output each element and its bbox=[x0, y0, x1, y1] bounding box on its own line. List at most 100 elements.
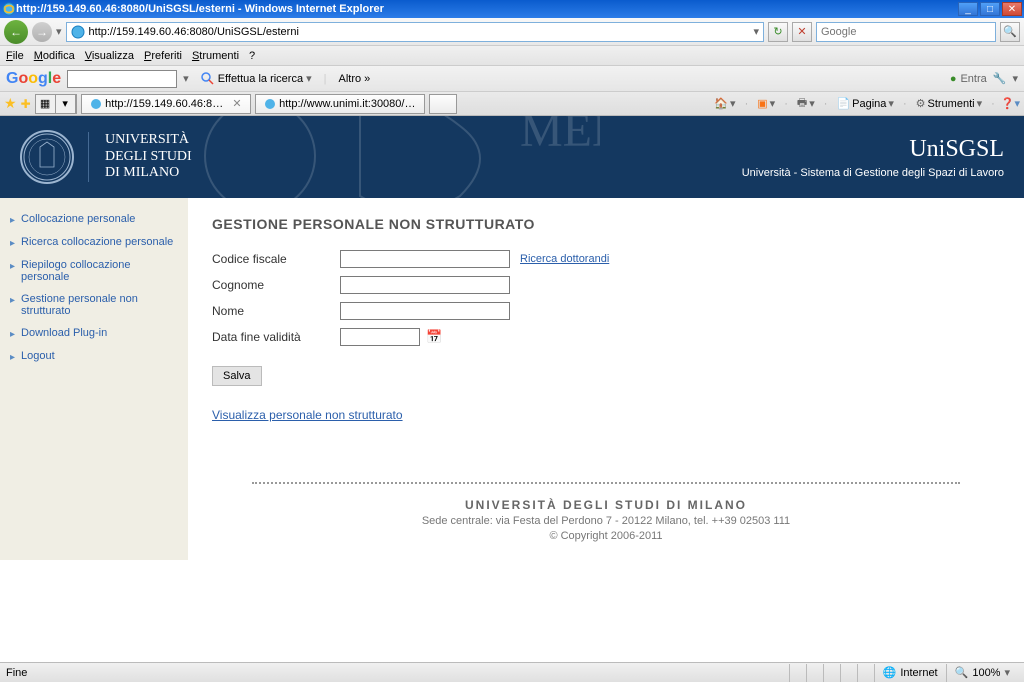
home-button[interactable]: 🏠▾ bbox=[711, 97, 738, 110]
window-title: http://159.149.60.46:8080/UniSGSL/estern… bbox=[16, 3, 958, 15]
new-tab-button[interactable] bbox=[429, 94, 457, 114]
sidebar-item-riepilogo[interactable]: ▸ Riepilogo collocazione personale bbox=[0, 254, 188, 288]
input-codice-fiscale[interactable] bbox=[340, 250, 510, 268]
link-ricerca-dottorandi[interactable]: Ricerca dottorandi bbox=[520, 253, 609, 265]
navigation-bar: ← → ▾ ▾ ↻ ✕ 🔍 bbox=[0, 18, 1024, 46]
svg-text:MED: MED bbox=[520, 116, 600, 157]
menu-strumenti[interactable]: Strumenti bbox=[192, 50, 239, 62]
wrench-icon[interactable]: 🔧 bbox=[993, 72, 1007, 85]
sidebar: ▸Collocazione personale ▸Ricerca colloca… bbox=[0, 198, 188, 560]
add-favorite-button[interactable]: ✚ bbox=[21, 97, 31, 111]
arrow-icon: ▸ bbox=[10, 329, 15, 340]
search-icon bbox=[201, 72, 215, 86]
print-button[interactable]: 🖶▾ bbox=[794, 94, 818, 113]
sidebar-item-gestione[interactable]: ▸ Gestione personale non strutturato bbox=[0, 288, 188, 322]
sidebar-item-ricerca[interactable]: ▸Ricerca collocazione personale bbox=[0, 231, 188, 254]
status-zoom-label: 100% bbox=[972, 667, 1000, 679]
sidebar-label: Gestione personale non strutturato bbox=[21, 293, 178, 317]
sidebar-label: Download Plug-in bbox=[21, 327, 107, 339]
quick-tabs[interactable]: ▦ ▾ bbox=[35, 94, 77, 114]
arrow-icon: ▸ bbox=[10, 261, 15, 272]
nav-dropdown-icon[interactable]: ▾ bbox=[56, 25, 62, 38]
google-altro-label: Altro » bbox=[338, 73, 370, 85]
tab1-close-icon[interactable]: ✕ bbox=[232, 97, 241, 110]
back-button[interactable]: ← bbox=[4, 20, 28, 44]
maximize-button[interactable]: □ bbox=[980, 2, 1000, 16]
url-dropdown-icon[interactable]: ▾ bbox=[753, 25, 759, 38]
close-button[interactable]: ✕ bbox=[1002, 2, 1022, 16]
status-zone: 🌐Internet bbox=[874, 664, 946, 682]
url-input[interactable] bbox=[89, 26, 754, 38]
calendar-icon[interactable]: 📅 bbox=[426, 329, 442, 345]
address-bar[interactable]: ▾ bbox=[66, 22, 764, 42]
input-nome[interactable] bbox=[340, 302, 510, 320]
status-pane bbox=[840, 664, 857, 682]
page-heading: GESTIONE PERSONALE NON STRUTTURATO bbox=[212, 216, 1000, 232]
page-footer: UNIVERSITÀ DEGLI STUDI DI MILANO Sede ce… bbox=[212, 482, 1000, 542]
google-signin-button[interactable]: ● Entra bbox=[950, 73, 987, 85]
minimize-button[interactable]: _ bbox=[958, 2, 978, 16]
app-subtitle: Università - Sistema di Gestione degli S… bbox=[742, 167, 1004, 179]
footer-line1: UNIVERSITÀ DEGLI STUDI DI MILANO bbox=[252, 498, 960, 512]
arrow-icon: ▸ bbox=[10, 238, 15, 249]
google-search-button[interactable]: Effettua la ricerca ▾ bbox=[195, 70, 318, 88]
menu-file[interactable]: File bbox=[6, 50, 24, 62]
search-go-button[interactable]: 🔍 bbox=[1000, 22, 1020, 42]
favorites-button[interactable]: ★ bbox=[4, 95, 17, 112]
menu-help[interactable]: ? bbox=[249, 50, 255, 62]
stop-button[interactable]: ✕ bbox=[792, 22, 812, 42]
menu-preferiti[interactable]: Preferiti bbox=[144, 50, 182, 62]
link-visualizza[interactable]: Visualizza personale non strutturato bbox=[212, 408, 403, 422]
tools-menu-button[interactable]: ⚙Strumenti▾ bbox=[913, 97, 985, 110]
menu-visualizza[interactable]: Visualizza bbox=[85, 50, 134, 62]
save-button[interactable]: Salva bbox=[212, 366, 262, 386]
sidebar-item-logout[interactable]: ▸Logout bbox=[0, 345, 188, 368]
tab-1[interactable]: http://159.149.60.46:808... ✕ bbox=[81, 94, 251, 114]
feeds-button[interactable]: ▣▾ bbox=[754, 97, 778, 110]
help-dropdown-icon[interactable]: ❓▾ bbox=[1001, 97, 1020, 110]
google-search-label: Effettua la ricerca bbox=[218, 73, 303, 85]
sidebar-label: Collocazione personale bbox=[21, 213, 135, 225]
banner-decoration: MED bbox=[180, 116, 600, 198]
label-codice-fiscale: Codice fiscale bbox=[212, 252, 340, 266]
sidebar-item-download[interactable]: ▸ Download Plug-in bbox=[0, 322, 188, 345]
google-search-input[interactable] bbox=[67, 70, 177, 88]
label-data-fine: Data fine validità bbox=[212, 330, 340, 344]
google-logo: Google bbox=[6, 70, 61, 88]
tools-menu-label: Strumenti bbox=[928, 98, 975, 110]
uni-line1: UNIVERSITÀ bbox=[105, 132, 192, 149]
status-text: Fine bbox=[6, 667, 27, 679]
page-favicon bbox=[71, 25, 85, 39]
tab-2[interactable]: http://www.unimi.it:30080/U... bbox=[255, 94, 425, 114]
refresh-button[interactable]: ↻ bbox=[768, 22, 788, 42]
label-nome: Nome bbox=[212, 304, 340, 318]
input-data-fine[interactable] bbox=[340, 328, 420, 346]
sidebar-label: Riepilogo collocazione personale bbox=[21, 259, 178, 283]
google-altro-button[interactable]: Altro » bbox=[332, 71, 376, 87]
menu-modifica[interactable]: Modifica bbox=[34, 50, 75, 62]
forward-button[interactable]: → bbox=[32, 22, 52, 42]
globe-icon: 🌐 bbox=[883, 666, 897, 679]
footer-line3: © Copyright 2006-2011 bbox=[252, 530, 960, 542]
tab1-label: http://159.149.60.46:808... bbox=[105, 98, 228, 110]
input-cognome[interactable] bbox=[340, 276, 510, 294]
status-zoom[interactable]: 🔍100%▾ bbox=[946, 664, 1018, 682]
page-content: MED UNIVERSITÀ DEGLI STUDI DI MILANO Uni… bbox=[0, 116, 1024, 676]
tab-bar: ★ ✚ ▦ ▾ http://159.149.60.46:808... ✕ ht… bbox=[0, 92, 1024, 116]
google-dropdown-icon[interactable]: ▾ bbox=[183, 72, 189, 85]
status-pane bbox=[857, 664, 874, 682]
sidebar-item-collocazione[interactable]: ▸Collocazione personale bbox=[0, 208, 188, 231]
zoom-icon: 🔍 bbox=[955, 666, 969, 679]
search-box[interactable] bbox=[816, 22, 996, 42]
uni-line2: DEGLI STUDI bbox=[105, 149, 192, 166]
page-menu-button[interactable]: 📄Pagina▾ bbox=[833, 97, 897, 110]
google-signin-label: Entra bbox=[960, 73, 986, 85]
tab2-label: http://www.unimi.it:30080/U... bbox=[279, 98, 416, 110]
toolbar-dropdown-icon[interactable]: ▾ bbox=[1012, 72, 1018, 85]
arrow-icon: ▸ bbox=[10, 352, 15, 363]
arrow-icon: ▸ bbox=[10, 295, 15, 306]
search-input[interactable] bbox=[821, 26, 991, 38]
page-menu-label: Pagina bbox=[852, 98, 886, 110]
banner: MED UNIVERSITÀ DEGLI STUDI DI MILANO Uni… bbox=[0, 116, 1024, 198]
university-seal bbox=[20, 130, 74, 184]
